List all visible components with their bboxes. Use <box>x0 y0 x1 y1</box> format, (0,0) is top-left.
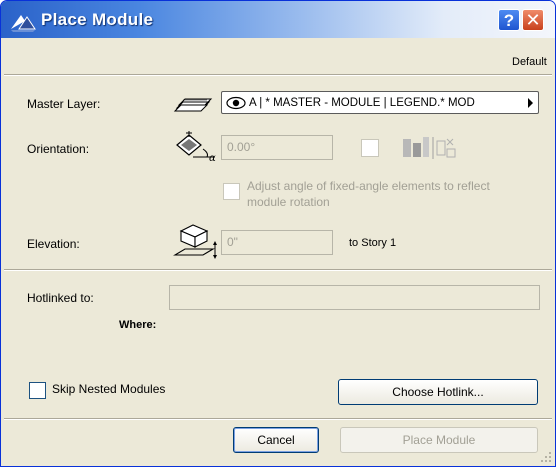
title-bar[interactable]: Place Module ? ✕ <box>1 1 555 38</box>
orientation-label: Orientation: <box>27 142 90 156</box>
elevation-icon <box>173 224 217 259</box>
elevation-label: Elevation: <box>27 237 80 251</box>
place-module-dialog: Place Module ? ✕ Default Master Layer: A… <box>0 0 556 467</box>
app-icon <box>11 15 36 32</box>
cancel-button[interactable]: Cancel <box>233 427 319 453</box>
divider-middle <box>4 269 552 271</box>
help-icon: ? <box>503 10 515 30</box>
eye-icon <box>226 96 246 109</box>
elevation-reference: to Story 1 <box>349 237 397 249</box>
adjust-angle-checkbox[interactable] <box>223 183 240 200</box>
svg-text:α: α <box>209 153 216 163</box>
orientation-checkbox[interactable] <box>361 139 379 157</box>
hotlinked-to-field <box>169 285 540 310</box>
orientation-mode-icon <box>403 137 456 159</box>
layers-icon <box>173 98 213 112</box>
window-title: Place Module <box>41 10 154 29</box>
skip-nested-modules-label[interactable]: Skip Nested Modules <box>52 382 165 396</box>
place-module-button[interactable]: Place Module <box>340 427 538 453</box>
where-label: Where: <box>119 319 157 331</box>
skip-nested-modules-checkbox[interactable] <box>29 382 46 399</box>
popup-arrow-icon <box>528 98 533 108</box>
rotation-angle-icon: α <box>176 131 216 163</box>
choose-hotlink-button[interactable]: Choose Hotlink... <box>338 379 538 405</box>
divider-bottom <box>4 418 552 420</box>
adjust-angle-text-line1: Adjust angle of fixed-angle elements to … <box>247 179 490 193</box>
master-layer-label: Master Layer: <box>27 97 101 111</box>
adjust-angle-text-line2: module rotation <box>247 195 330 209</box>
hotlinked-to-label: Hotlinked to: <box>27 291 94 305</box>
master-layer-popup[interactable]: A | * MASTER - MODULE | LEGEND.* MOD <box>221 91 539 114</box>
elevation-input[interactable]: 0" <box>221 230 333 255</box>
help-button[interactable]: ? <box>498 9 520 31</box>
close-button[interactable]: ✕ <box>522 9 544 31</box>
preset-label: Default <box>512 56 547 68</box>
resize-grip-icon[interactable] <box>540 451 552 463</box>
divider-top <box>4 74 552 76</box>
master-layer-value: A | * MASTER - MODULE | LEGEND.* MOD <box>249 96 475 109</box>
orientation-angle-input[interactable]: 0.00° <box>221 135 333 160</box>
close-icon: ✕ <box>525 10 541 30</box>
